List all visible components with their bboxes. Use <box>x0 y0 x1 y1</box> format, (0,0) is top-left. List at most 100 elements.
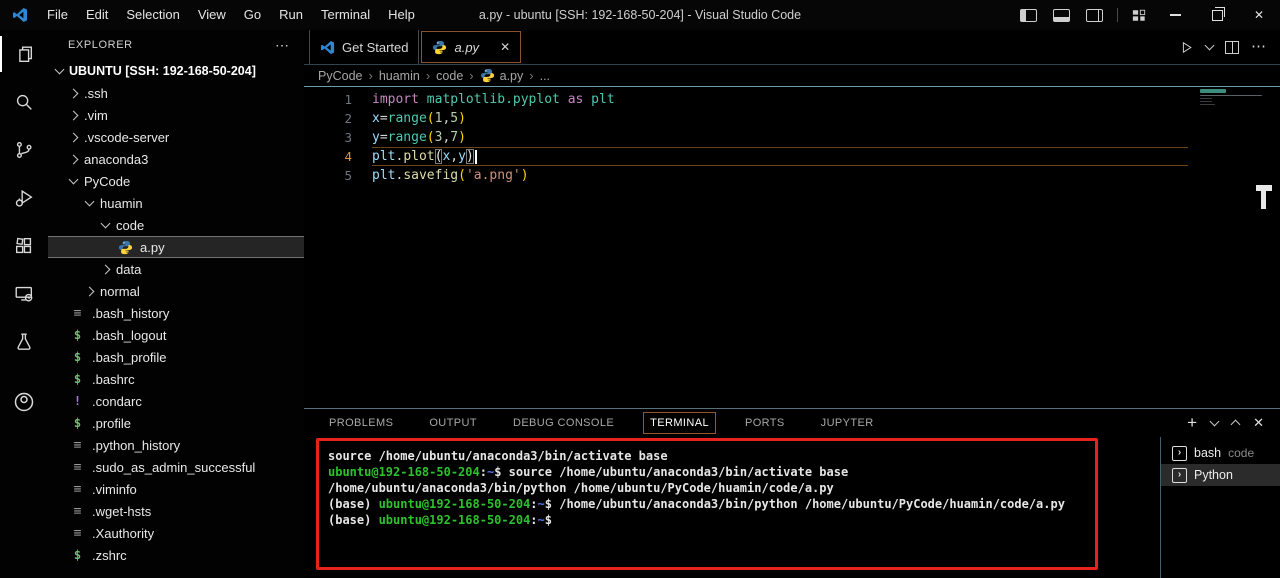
toggle-secondary-sidebar-icon[interactable] <box>1086 9 1103 22</box>
tree-item-label: .bash_history <box>92 306 169 321</box>
tree-item-.ssh[interactable]: .ssh <box>48 82 304 104</box>
terminal-list-item-python[interactable]: ›Python <box>1161 464 1280 486</box>
menu-file[interactable]: File <box>38 0 77 30</box>
tree-item-.vim[interactable]: .vim <box>48 104 304 126</box>
extensions-icon[interactable] <box>0 222 48 270</box>
breadcrumb-item[interactable]: code <box>436 69 463 83</box>
breadcrumb-item[interactable]: ... <box>540 69 550 83</box>
tree-item-data[interactable]: data <box>48 258 304 280</box>
panel-tab-jupyter[interactable]: JUPYTER <box>814 412 881 434</box>
editor-group: Get Starteda.py✕ ⋯ PyCode›huamin›code›a.… <box>304 30 1280 408</box>
minimap-line <box>1200 95 1262 96</box>
close-panel-icon[interactable]: ✕ <box>1253 415 1264 431</box>
tree-item-label: .wget-hsts <box>92 504 151 519</box>
editor-more-actions-icon[interactable]: ⋯ <box>1251 42 1266 52</box>
mouse-cursor <box>1256 185 1274 211</box>
tree-item-.python_history[interactable]: ≡.python_history <box>48 434 304 456</box>
testing-icon[interactable] <box>0 318 48 366</box>
lines-file-icon: ≡ <box>70 504 85 519</box>
panel-tab-debug-console[interactable]: DEBUG CONSOLE <box>506 412 621 434</box>
account-icon[interactable] <box>0 378 48 426</box>
tab-a.py[interactable]: a.py✕ <box>421 31 521 63</box>
tree-item-.bash_history[interactable]: ≡.bash_history <box>48 302 304 324</box>
new-terminal-icon[interactable]: + <box>1187 415 1197 431</box>
breadcrumb-label: huamin <box>379 69 420 83</box>
breadcrumb-item[interactable]: PyCode <box>318 69 362 83</box>
tree-item-label: .bashrc <box>92 372 135 387</box>
tree-item-.profile[interactable]: $.profile <box>48 412 304 434</box>
tree-root-label: UBUNTU [SSH: 192-168-50-204] <box>69 64 256 78</box>
code-line-3[interactable]: 3y=range(3,7) <box>304 128 1188 147</box>
explorer-more-actions-icon[interactable]: ⋯ <box>275 37 290 54</box>
terminal-output[interactable]: source /home/ubuntu/anaconda3/bin/activa… <box>319 441 1095 535</box>
run-dropdown-icon[interactable] <box>1205 41 1215 51</box>
chevron-right-icon <box>101 264 111 274</box>
split-editor-icon[interactable] <box>1225 41 1239 54</box>
tree-item-code[interactable]: code <box>48 214 304 236</box>
tree-item-label: a.py <box>140 240 165 255</box>
tree-item-anaconda3[interactable]: anaconda3 <box>48 148 304 170</box>
shell-file-icon: $ <box>70 328 85 342</box>
menu-selection[interactable]: Selection <box>117 0 188 30</box>
tree-item-.vscode-server[interactable]: .vscode-server <box>48 126 304 148</box>
tree-item-.sudo_as_admin_successful[interactable]: ≡.sudo_as_admin_successful <box>48 456 304 478</box>
tree-item-label: huamin <box>100 196 143 211</box>
close-tab-icon[interactable]: ✕ <box>500 40 510 54</box>
tree-item-normal[interactable]: normal <box>48 280 304 302</box>
tree-item-a.py[interactable]: a.py <box>48 236 304 258</box>
source-control-icon[interactable] <box>0 126 48 174</box>
tree-item-.wget-hsts[interactable]: ≡ .wget-hsts <box>48 500 304 522</box>
python-file-icon <box>432 40 447 55</box>
breadcrumb-label: code <box>436 69 463 83</box>
text-cursor <box>475 150 477 164</box>
menu-edit[interactable]: Edit <box>77 0 117 30</box>
tree-item-.viminfo[interactable]: ≡.viminfo <box>48 478 304 500</box>
toggle-panel-icon[interactable] <box>1053 9 1070 22</box>
run-debug-icon[interactable] <box>0 174 48 222</box>
panel-tab-output[interactable]: OUTPUT <box>422 412 484 434</box>
code-line-2[interactable]: 2x=range(1,5) <box>304 109 1188 128</box>
code-line-4[interactable]: 4plt.plot(x,y) <box>304 147 1188 166</box>
maximize-panel-icon[interactable] <box>1231 420 1241 430</box>
tree-item-PyCode[interactable]: PyCode <box>48 170 304 192</box>
tree-item-label: .profile <box>92 416 131 431</box>
python-file-icon <box>480 68 495 83</box>
explorer-icon[interactable] <box>0 30 48 78</box>
menu-go[interactable]: Go <box>235 0 270 30</box>
tree-item-.bash_logout[interactable]: $ .bash_logout <box>48 324 304 346</box>
search-icon[interactable] <box>0 78 48 126</box>
tree-item-label: .bash_logout <box>92 328 166 343</box>
panel-tab-terminal[interactable]: TERMINAL <box>643 412 716 434</box>
panel-tab-problems[interactable]: PROBLEMS <box>322 412 400 434</box>
tab-get-started[interactable]: Get Started <box>309 30 419 64</box>
terminal-list-item-bash[interactable]: ›bashcode <box>1161 442 1280 464</box>
panel-tab-ports[interactable]: PORTS <box>738 412 792 434</box>
minimap[interactable] <box>1200 89 1266 107</box>
breadcrumb-item[interactable]: huamin <box>379 69 420 83</box>
tree-item-.Xauthority[interactable]: ≡.Xauthority <box>48 522 304 544</box>
menu-run[interactable]: Run <box>270 0 312 30</box>
minimize-button[interactable] <box>1154 0 1196 30</box>
breadcrumb-item[interactable]: a.py <box>480 68 524 83</box>
close-window-button[interactable]: ✕ <box>1238 0 1280 30</box>
remote-explorer-icon[interactable] <box>0 270 48 318</box>
code-editor[interactable]: 1import matplotlib.pyplot as plt2x=range… <box>304 87 1280 408</box>
run-button[interactable] <box>1179 40 1194 55</box>
tree-item-label: normal <box>100 284 140 299</box>
terminal-line: (base) ubuntu@192-168-50-204:~$ <box>328 512 1086 528</box>
code-line-1[interactable]: 1import matplotlib.pyplot as plt <box>304 90 1188 109</box>
line-number: 3 <box>304 130 372 145</box>
restore-button[interactable] <box>1196 0 1238 30</box>
code-line-5[interactable]: 5plt.savefig('a.png') <box>304 166 1188 185</box>
tree-item-.bashrc[interactable]: $.bashrc <box>48 368 304 390</box>
terminal-line: source /home/ubuntu/anaconda3/bin/activa… <box>328 448 1086 464</box>
terminal-dropdown-icon[interactable] <box>1210 417 1220 427</box>
tree-item-.zshrc[interactable]: $.zshrc <box>48 544 304 566</box>
tree-item-.bash_profile[interactable]: $.bash_profile <box>48 346 304 368</box>
tree-item-.condarc[interactable]: !.condarc <box>48 390 304 412</box>
tree-root-ubuntu-ssh[interactable]: UBUNTU [SSH: 192-168-50-204] <box>48 60 304 82</box>
tree-item-huamin[interactable]: huamin <box>48 192 304 214</box>
customize-layout-icon[interactable] <box>1132 9 1146 22</box>
toggle-sidebar-icon[interactable] <box>1020 9 1037 22</box>
menu-view[interactable]: View <box>189 0 235 30</box>
